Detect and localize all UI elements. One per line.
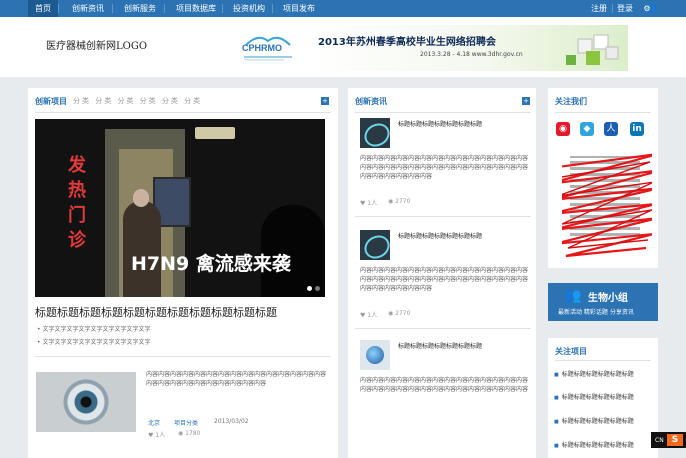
divider xyxy=(355,216,531,217)
headline-link[interactable]: 标题标题标题标题标题标题标题标题标题标题标题 xyxy=(35,304,277,320)
fever-clinic-sign: 发 热 门 诊 xyxy=(63,153,91,253)
login-link[interactable]: 登录 xyxy=(614,0,636,17)
dna-thumbnail[interactable] xyxy=(360,230,390,260)
divider xyxy=(555,360,651,361)
news-title[interactable]: 标题标题标题标题标题标题标题 xyxy=(398,120,526,129)
nav-separator xyxy=(58,4,59,13)
item-description: 内容内容内容内容内容内容内容内容内容内容内容内容内容内容内容内容内容内容内容内容… xyxy=(146,371,327,387)
linkedin-icon[interactable]: in xyxy=(630,122,644,136)
item-views: ◉ 1780 xyxy=(178,430,201,437)
bio-group-links[interactable]: 最新活动 精彩话题 分享资讯 xyxy=(558,307,634,316)
news-likes[interactable]: ♥ 1人 xyxy=(360,310,377,319)
news-views: ◉ 2770 xyxy=(388,198,411,205)
nav-separator xyxy=(222,4,223,13)
floating-toolbar-text: CN xyxy=(655,437,664,444)
job-fair-banner[interactable]: 2013年苏州春季高校毕业生网络招聘会 2013.3.28 - 4.18 www… xyxy=(308,25,628,71)
lamp-graphic xyxy=(195,127,235,139)
slider-dot-active[interactable] xyxy=(307,286,312,291)
bullet-text[interactable]: • 文字文字文字文字文字文字文字文字文字 xyxy=(37,337,150,346)
cphrmo-text: CPHRMO xyxy=(242,43,282,53)
news-body: 内容内容内容内容内容内容内容内容内容内容内容内容内容内容内容内容内容内容内容内容… xyxy=(360,377,529,393)
item-likes[interactable]: ♥ 1人 xyxy=(148,430,165,439)
divider xyxy=(555,112,651,113)
nav-item-news[interactable]: 创新资讯 xyxy=(64,0,112,17)
more-icon[interactable]: + xyxy=(321,97,329,105)
cube-graphic-icon xyxy=(566,34,619,65)
innovation-projects-panel: 创新项目 分类 分类 分类 分类 分类 分类 + 发 热 门 诊 H7N9 禽流… xyxy=(28,88,338,458)
nav-item-publish[interactable]: 项目发布 xyxy=(276,0,322,17)
section-title: 创新项目 xyxy=(35,97,67,106)
bio-group-title: 生物小组 xyxy=(588,293,628,304)
header: 医疗器械创新网LOGO CPHRMO 2013年苏州春季高校毕业生网络招聘会 2… xyxy=(0,17,686,77)
nav-separator xyxy=(112,4,113,13)
innovation-news-panel: 创新资讯 + 标题标题标题标题标题标题标题 内容内容内容内容内容内容内容内容内容… xyxy=(348,88,536,458)
cphrmo-logo[interactable]: CPHRMO xyxy=(240,31,296,63)
sign-char: 热 xyxy=(68,180,86,201)
hero-slide[interactable]: 发 热 门 诊 H7N9 禽流感来袭 xyxy=(35,119,325,297)
section-title: 关注项目 xyxy=(555,347,587,356)
nav-separator xyxy=(272,4,273,13)
slider-dot[interactable] xyxy=(315,286,320,291)
news-body: 内容内容内容内容内容内容内容内容内容内容内容内容内容内容内容内容内容内容内容内容… xyxy=(360,267,529,292)
sogou-s-icon[interactable]: S xyxy=(667,434,683,446)
qq-icon[interactable]: ◆ xyxy=(580,122,594,136)
nav-item-home[interactable]: 首页 xyxy=(28,0,58,17)
bullet-text[interactable]: • 文字文字文字文字文字文字文字文字文字 xyxy=(37,324,150,333)
register-link[interactable]: 注册 xyxy=(586,0,612,17)
banner-date: 2013.3.28 - 4.18 www.3dhr.gov.cn xyxy=(420,51,523,58)
divider xyxy=(355,328,531,329)
renren-icon[interactable]: 人 xyxy=(604,122,618,136)
news-title[interactable]: 标题标题标题标题标题标题标题 xyxy=(398,342,526,351)
project-list-item[interactable]: 标题标题标题标题标题标题 xyxy=(554,416,634,425)
news-body: 内容内容内容内容内容内容内容内容内容内容内容内容内容内容内容内容内容内容内容内容… xyxy=(360,155,529,180)
person-head xyxy=(133,189,149,207)
site-logo[interactable]: 医疗器械创新网LOGO xyxy=(46,37,147,52)
top-nav: 首页 创新资讯 创新服务 项目数据库 投资机构 项目发布 注册 登录 ⚙ 👤 xyxy=(0,0,686,17)
section-title: 关注我们 xyxy=(555,97,587,106)
divider xyxy=(355,112,531,113)
project-list-item[interactable]: 标题标题标题标题标题标题 xyxy=(554,369,634,378)
nav-separator xyxy=(612,4,613,13)
globe-thumbnail[interactable] xyxy=(360,340,390,370)
divider xyxy=(35,356,331,357)
banner-title: 2013年苏州春季高校毕业生网络招聘会 xyxy=(318,37,496,48)
section-title: 创新资讯 xyxy=(355,97,387,106)
weibo-icon[interactable]: ◉ xyxy=(556,122,570,136)
user-icon[interactable]: 👤 xyxy=(646,0,660,17)
item-date: 2013/03/02 xyxy=(214,418,249,425)
nav-item-investors[interactable]: 投资机构 xyxy=(226,0,272,17)
hero-caption: H7N9 禽流感来袭 xyxy=(131,253,291,275)
bio-group-banner[interactable]: 👥 生物小组 最新活动 精彩话题 分享资讯 xyxy=(548,283,658,321)
group-icon: 👥 xyxy=(564,288,582,304)
dna-thumbnail[interactable] xyxy=(360,118,390,148)
more-icon[interactable]: + xyxy=(522,97,530,105)
nav-item-project-db[interactable]: 项目数据库 xyxy=(170,0,222,17)
nav-item-services[interactable]: 创新服务 xyxy=(116,0,164,17)
sign-char: 门 xyxy=(68,205,86,226)
redaction-scribble-icon xyxy=(562,153,652,258)
project-list-item[interactable]: 标题标题标题标题标题标题 xyxy=(554,440,634,449)
project-list-item[interactable]: 标题标题标题标题标题标题 xyxy=(554,392,634,401)
news-likes[interactable]: ♥ 1人 xyxy=(360,198,377,207)
divider xyxy=(35,112,331,113)
category-tabs[interactable]: 分类 分类 分类 分类 分类 分类 xyxy=(73,96,202,106)
eye-thumbnail[interactable] xyxy=(36,372,136,432)
news-title[interactable]: 标题标题标题标题标题标题标题 xyxy=(398,232,526,241)
sign-char: 发 xyxy=(68,155,86,176)
slider-dots xyxy=(307,284,323,294)
item-category[interactable]: 项目分类 xyxy=(174,418,198,427)
qr-code xyxy=(562,148,652,258)
nav-separator xyxy=(164,4,165,13)
news-views: ◉ 2770 xyxy=(388,310,411,317)
item-location[interactable]: 北京 xyxy=(148,418,160,427)
sign-char: 诊 xyxy=(68,230,86,251)
